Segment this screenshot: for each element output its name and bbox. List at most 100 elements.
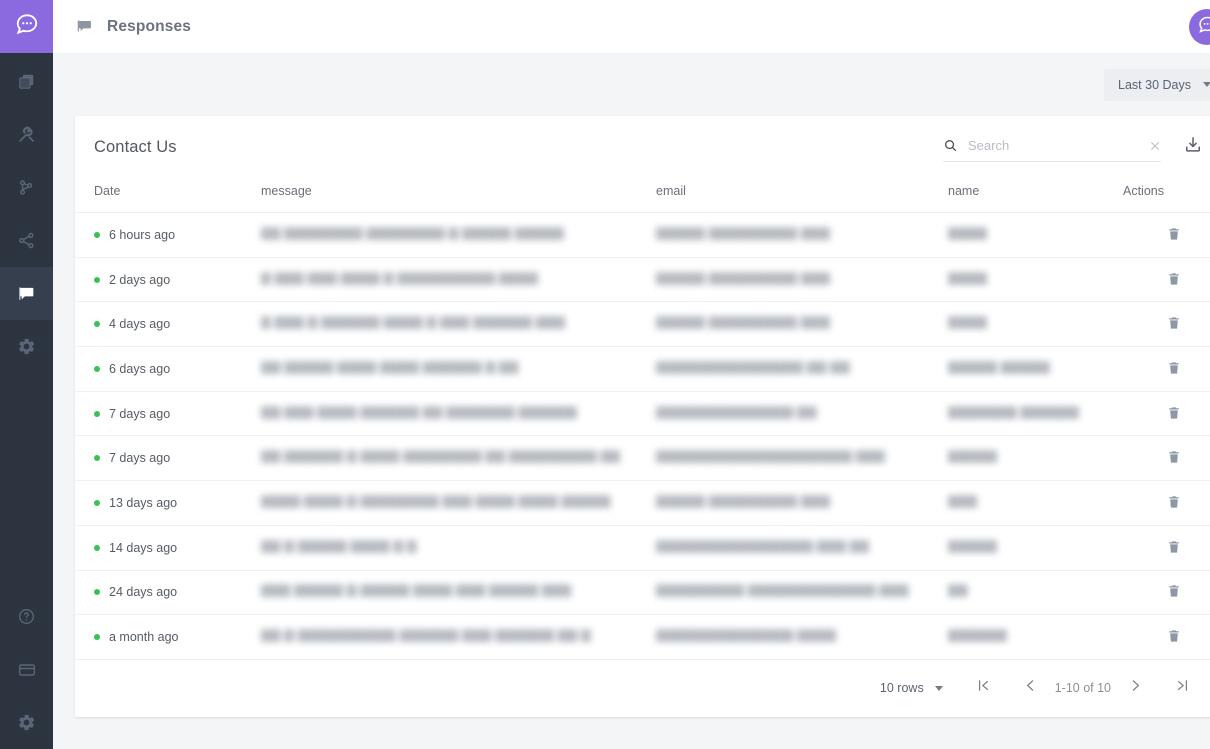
date-range-select[interactable]: Last 30 Days [1104,68,1210,101]
download-button[interactable] [1183,135,1203,160]
name-cell: ▇▇▇ [948,493,978,508]
email-cell: ▇▇▇▇▇ ▇▇▇▇▇▇▇▇▇ ▇▇▇ [656,315,831,330]
column-header-email[interactable]: email [656,178,948,213]
message-cell: ▇▇ ▇ ▇▇▇▇▇▇▇▇▇▇ ▇▇▇▇▇▇ ▇▇▇ ▇▇▇▇▇▇ ▇▇ ▇ [261,628,591,643]
table-row[interactable]: 13 days ago ▇▇▇▇ ▇▇▇▇ ▇ ▇▇▇▇▇▇▇▇ ▇▇▇ ▇▇▇… [75,480,1210,526]
email-cell: ▇▇▇▇▇▇▇▇▇▇▇▇▇▇▇▇▇▇▇▇ ▇▇▇ [656,449,886,464]
status-dot-icon [94,276,100,283]
status-dot-icon [94,544,100,551]
last-page-icon [1174,677,1191,699]
email-cell: ▇▇▇▇▇▇▇▇▇ ▇▇▇▇▇▇▇▇▇▇▇▇▇ ▇▇▇ [656,583,909,598]
status-dot-icon [94,410,100,417]
date-cell: 13 days ago [75,496,261,510]
responses-table: Date message email name Actions 6 hours … [75,178,1210,660]
content-area: Last 30 Days Contact Us Search Date mess… [53,53,1210,749]
column-header-actions: Actions [1123,178,1210,213]
table-row[interactable]: 4 days ago ▇ ▇▇▇ ▇ ▇▇▇▇▇▇ ▇▇▇▇ ▇ ▇▇▇ ▇▇▇… [75,301,1210,348]
date-cell: a month ago [75,630,261,644]
delete-row-button[interactable] [1163,312,1185,334]
status-dot-icon [94,589,100,596]
column-header-message[interactable]: message [261,178,656,213]
rows-per-page-label: 10 rows [879,681,924,696]
date-cell: 6 days ago [75,362,261,376]
email-cell: ▇▇▇▇▇ ▇▇▇▇▇▇▇▇▇ ▇▇▇ [656,493,831,508]
prev-page-button[interactable] [1016,673,1046,703]
sidebar-item-responses[interactable] [0,267,53,320]
column-header-date[interactable]: Date [75,178,261,213]
date-label: 6 days ago [109,361,171,376]
delete-row-button[interactable] [1163,446,1185,468]
branch-icon [17,178,36,197]
status-dot-icon [94,321,100,328]
table-row[interactable]: 6 days ago ▇▇ ▇▇▇▇▇ ▇▇▇▇ ▇▇▇▇ ▇▇▇▇▇▇ ▇ ▇… [75,346,1210,392]
chevron-left-icon [1022,677,1039,699]
status-dot-icon [94,455,100,462]
table-row[interactable]: 6 hours ago ▇▇ ▇▇▇▇▇▇▇▇ ▇▇▇▇▇▇▇▇ ▇ ▇▇▇▇▇… [75,212,1210,258]
filter-bar: Last 30 Days [75,53,1210,116]
email-cell: ▇▇▇▇▇▇▇▇▇▇▇▇▇▇▇▇ ▇▇▇ ▇▇ [656,538,870,553]
responses-card: Contact Us Search Date message email nam… [75,116,1210,717]
sidebar-item-billing[interactable] [0,643,53,696]
chat-bubble-logo-icon [14,11,40,42]
table-row[interactable]: 14 days ago ▇▇ ▇ ▇▇▇▇▇ ▇▇▇▇ ▇ ▇ ▇▇▇▇▇▇▇▇… [75,525,1210,571]
delete-row-button[interactable] [1163,357,1185,379]
search-input[interactable] [968,138,1144,153]
table-body: 6 hours ago ▇▇ ▇▇▇▇▇▇▇▇ ▇▇▇▇▇▇▇▇ ▇ ▇▇▇▇▇… [75,212,1210,660]
status-dot-icon [94,634,100,641]
sidebar-item-branch[interactable] [0,161,53,214]
table-row[interactable]: 7 days ago ▇▇ ▇▇▇▇▇▇ ▇ ▇▇▇▇ ▇▇▇▇▇▇▇▇ ▇▇ … [75,435,1210,482]
sidebar-item-preferences[interactable] [0,696,53,749]
rows-per-page-select[interactable]: 10 rows [880,681,943,695]
sidebar-item-settings[interactable] [0,320,53,373]
delete-row-button[interactable] [1163,536,1185,558]
delete-row-button[interactable] [1163,625,1185,647]
chat-icon [17,284,37,304]
message-cell: ▇▇ ▇▇▇▇▇▇▇▇ ▇▇▇▇▇▇▇▇ ▇ ▇▇▇▇▇ ▇▇▇▇▇ [261,225,564,240]
close-icon[interactable] [1144,139,1162,153]
avatar-chat-button[interactable] [1189,9,1210,45]
share-icon [17,231,36,250]
date-label: 24 days ago [109,585,178,600]
delete-row-button[interactable] [1163,491,1185,513]
download-icon [1183,135,1203,160]
table-header-row: Date message email name Actions [75,178,1210,213]
name-cell: ▇▇▇▇▇ [948,449,998,464]
name-cell: ▇▇▇▇ [948,315,988,330]
date-label: 4 days ago [109,317,171,332]
table-row[interactable]: 24 days ago ▇▇▇ ▇▇▇▇▇ ▇ ▇▇▇▇▇ ▇▇▇▇ ▇▇▇ ▇… [75,570,1210,616]
message-cell: ▇▇▇▇ ▇▇▇▇ ▇ ▇▇▇▇▇▇▇▇ ▇▇▇ ▇▇▇▇ ▇▇▇▇ ▇▇▇▇▇ [261,493,611,508]
date-label: 7 days ago [109,406,171,421]
next-page-button[interactable] [1120,673,1150,703]
sidebar-item-share[interactable] [0,214,53,267]
message-cell: ▇▇ ▇▇▇ ▇▇▇▇ ▇▇▇▇▇▇ ▇▇ ▇▇▇▇▇▇▇ ▇▇▇▇▇▇ [261,404,578,419]
email-cell: ▇▇▇▇▇ ▇▇▇▇▇▇▇▇▇ ▇▇▇ [656,270,831,285]
name-cell: ▇▇ [948,583,968,598]
delete-row-button[interactable] [1163,580,1185,602]
last-page-button[interactable] [1167,673,1197,703]
date-label: 14 days ago [109,540,178,555]
delete-row-button[interactable] [1163,223,1185,245]
sidebar-item-layers[interactable] [0,55,53,108]
sidebar-item-tools[interactable] [0,108,53,161]
gear-icon [17,713,36,732]
table-row[interactable]: 7 days ago ▇▇ ▇▇▇ ▇▇▇▇ ▇▇▇▇▇▇ ▇▇ ▇▇▇▇▇▇▇… [75,391,1210,437]
search-icon [943,138,958,153]
column-header-name[interactable]: name [948,178,1123,213]
layers-icon [17,72,36,91]
message-cell: ▇▇ ▇ ▇▇▇▇▇ ▇▇▇▇ ▇ ▇ [261,538,417,553]
pagination-range-label: 1-10 of 10 [1054,681,1111,696]
search-box [943,132,1161,162]
sidebar-logo[interactable] [0,0,53,53]
date-label: 2 days ago [109,272,171,287]
first-page-button[interactable] [969,673,999,703]
status-dot-icon [94,499,100,506]
name-cell: ▇▇▇▇▇ [948,538,998,553]
pagination-bar: 10 rows 1-10 of 10 [75,660,1210,717]
delete-row-button[interactable] [1163,268,1185,290]
sidebar-item-help[interactable] [0,590,53,643]
table-row[interactable]: 2 days ago ▇ ▇▇▇ ▇▇▇ ▇▇▇▇ ▇ ▇▇▇▇▇▇▇▇▇▇ ▇… [75,257,1210,303]
date-label: 13 days ago [109,495,178,510]
tools-icon [16,124,37,145]
table-row[interactable]: a month ago ▇▇ ▇ ▇▇▇▇▇▇▇▇▇▇ ▇▇▇▇▇▇ ▇▇▇ ▇… [75,614,1210,660]
delete-row-button[interactable] [1163,402,1185,424]
